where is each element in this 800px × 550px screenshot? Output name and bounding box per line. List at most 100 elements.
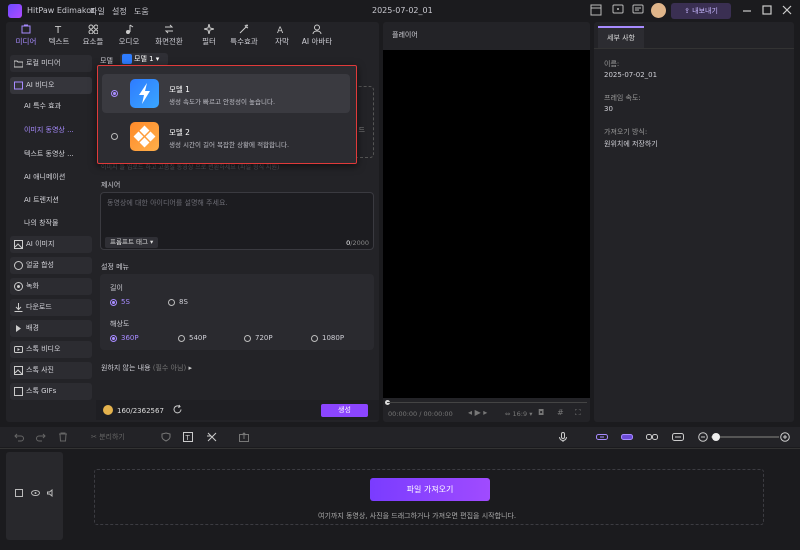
prompt-label: 제시어 (101, 181, 121, 189)
undo-icon[interactable] (14, 432, 24, 442)
model-option-1[interactable]: 모델 1 생성 속도가 빠르고 안정성이 높습니다. (102, 74, 350, 113)
track-layer-icon[interactable] (15, 489, 23, 497)
aspect-ratio[interactable]: ⇔ 16:9 ▾ (505, 410, 532, 418)
prompt-tag-button[interactable]: 프롬프트 태그 ▾ (105, 237, 159, 248)
tab-filter[interactable]: 필터 (189, 24, 229, 48)
video-preview[interactable] (383, 50, 590, 398)
progress-track[interactable] (387, 402, 587, 403)
player-panel: 플레이어 00:00:00 / 00:00:00 ◂ ▶ ▸ ⇔ 16:9 ▾ … (383, 22, 590, 422)
resolution-720p-option[interactable]: 720P (244, 334, 273, 342)
zoom-in-icon[interactable] (780, 432, 790, 442)
menu-file[interactable]: 파일 (90, 6, 105, 17)
resolution-360p-option[interactable]: 360P (110, 334, 139, 342)
sidebar-item-local-media[interactable]: 로컬 미디어 (10, 55, 92, 72)
fullscreen-icon[interactable]: ⛶ (575, 408, 581, 418)
crop-cut-icon[interactable] (207, 432, 217, 442)
sidebar-sub-ai-effects[interactable]: AI 특수 효과 (24, 101, 61, 111)
sidebar-sub-text-to-video[interactable]: 텍스트 동영상 ... (24, 149, 74, 159)
track-visibility-icon[interactable] (31, 489, 40, 497)
snapshot-icon[interactable]: ◘ (538, 408, 544, 417)
import-file-button[interactable]: 파일 가져오기 (370, 478, 490, 501)
upload-icon: ⇪ (684, 7, 693, 15)
generate-button[interactable]: 생성 (321, 404, 368, 417)
sidebar-item-stock-photo[interactable]: 스톡 사진 (10, 362, 92, 379)
zoom-out-icon[interactable] (698, 432, 708, 442)
model-dropdown-menu: 모델 1 생성 속도가 빠르고 안정성이 높습니다. 모델 2 생성 시간이 길… (97, 65, 357, 164)
resolution-540p-option[interactable]: 540P (178, 334, 207, 342)
tab-divider (594, 48, 794, 49)
tab-label: 필터 (202, 37, 216, 46)
refresh-icon[interactable] (172, 404, 183, 415)
svg-text:T: T (185, 434, 191, 442)
microphone-icon[interactable] (558, 432, 568, 442)
redo-icon[interactable] (36, 432, 46, 442)
shield-icon[interactable] (161, 432, 171, 442)
app-name: HitPaw Edimakor (27, 6, 95, 15)
sidebar-item-ai-image[interactable]: AI 이미지 (10, 236, 92, 253)
prompt-textarea[interactable]: 동영상에 대한 아이디어를 설명해 주세요. 프롬프트 태그 ▾ 0/2000 (100, 192, 374, 250)
link-clips-icon[interactable] (596, 432, 608, 442)
stock-video-icon (14, 346, 23, 353)
fit-timeline-icon[interactable] (672, 432, 684, 442)
close-icon[interactable] (781, 4, 795, 18)
resolution-1080p-option[interactable]: 1080P (311, 334, 344, 342)
sidebar-item-record[interactable]: 녹화 (10, 278, 92, 295)
sidebar-item-stock-gifs[interactable]: 스톡 GIFs (10, 383, 92, 400)
char-max: /2000 (350, 239, 369, 247)
text-icon: T (54, 25, 62, 34)
sidebar-item-face-swap[interactable]: 얼굴 합성 (10, 257, 92, 274)
avatar[interactable] (651, 3, 666, 18)
sidebar-sub-image-to-video[interactable]: 이미지 동영상 ... (24, 125, 74, 135)
sidebar-sub-ai-transition[interactable]: AI 트렌지션 (24, 195, 59, 205)
text-box-icon[interactable]: T (183, 432, 193, 442)
maximize-icon[interactable] (761, 4, 775, 18)
model-select-value: 모델 1 (134, 55, 154, 63)
magnet-icon[interactable] (621, 432, 633, 442)
export-frame-icon[interactable] (239, 432, 249, 442)
menu-help[interactable]: 도움 (134, 6, 149, 17)
sidebar-item-stock-video[interactable]: 스톡 비디오 (10, 341, 92, 358)
length-5s-option[interactable]: 5S (110, 298, 130, 306)
char-counter: 0/2000 (346, 239, 369, 247)
feedback-icon[interactable] (612, 4, 626, 18)
sidebar-sub-my-creations[interactable]: 나의 창작물 (24, 218, 58, 228)
play-icon[interactable]: ▶ (475, 408, 481, 417)
zoom-slider-handle[interactable] (712, 433, 720, 441)
sidebar-item-background[interactable]: 배경 (10, 320, 92, 337)
sidebar-item-ai-video[interactable]: AI 비디오 (10, 77, 92, 94)
option-label: 360P (121, 334, 139, 342)
tab-effects[interactable]: 특수효과 (224, 24, 264, 48)
play-triangle-icon (16, 325, 21, 332)
tab-transition[interactable]: 화면전환 (149, 24, 189, 48)
negative-label: 원하지 않는 내용 (101, 364, 151, 372)
split-button[interactable]: ✂ 분리하기 (91, 432, 125, 442)
sidebar-label: 녹화 (26, 282, 39, 290)
sidebar-item-download[interactable]: 다운로드 (10, 299, 92, 316)
zoom-slider[interactable] (711, 436, 779, 438)
tab-details[interactable]: 세부 사항 (598, 26, 644, 48)
delete-icon[interactable] (58, 432, 68, 442)
tab-elements[interactable]: 요소들 (73, 24, 113, 48)
minimize-icon[interactable] (741, 4, 755, 18)
tab-audio[interactable]: 오디오 (109, 24, 149, 48)
layout-icon[interactable] (590, 4, 604, 18)
export-button[interactable]: ⇪ 내보내기 (671, 3, 731, 19)
message-icon[interactable] (632, 4, 646, 18)
track-mute-icon[interactable] (47, 489, 55, 497)
length-8s-option[interactable]: 8S (168, 298, 188, 306)
tab-ai-avatar[interactable]: AI 아바타 (292, 24, 342, 48)
scissors-icon: ✂ (91, 433, 100, 441)
negative-prompt-toggle[interactable]: 원하지 않는 내용 (필수 아님) ▸ (101, 363, 192, 373)
menu-settings[interactable]: 설정 (112, 6, 127, 17)
media-icon (21, 24, 31, 34)
grid-icon[interactable]: # (557, 408, 564, 417)
tab-label: 오디오 (118, 37, 140, 46)
credit-coin-icon (103, 405, 113, 415)
credits-value: 160/2362567 (117, 407, 164, 415)
model-option-2[interactable]: 모델 2 생성 시간이 길어 복잡한 상황에 적합합니다. (102, 117, 350, 156)
prev-frame-icon[interactable]: ◂ (468, 408, 472, 417)
sidebar-sub-ai-animation[interactable]: AI 애니메이션 (24, 172, 65, 182)
link-icon[interactable] (646, 432, 658, 442)
name-value: 2025-07-02_01 (604, 71, 658, 79)
next-frame-icon[interactable]: ▸ (483, 408, 487, 417)
